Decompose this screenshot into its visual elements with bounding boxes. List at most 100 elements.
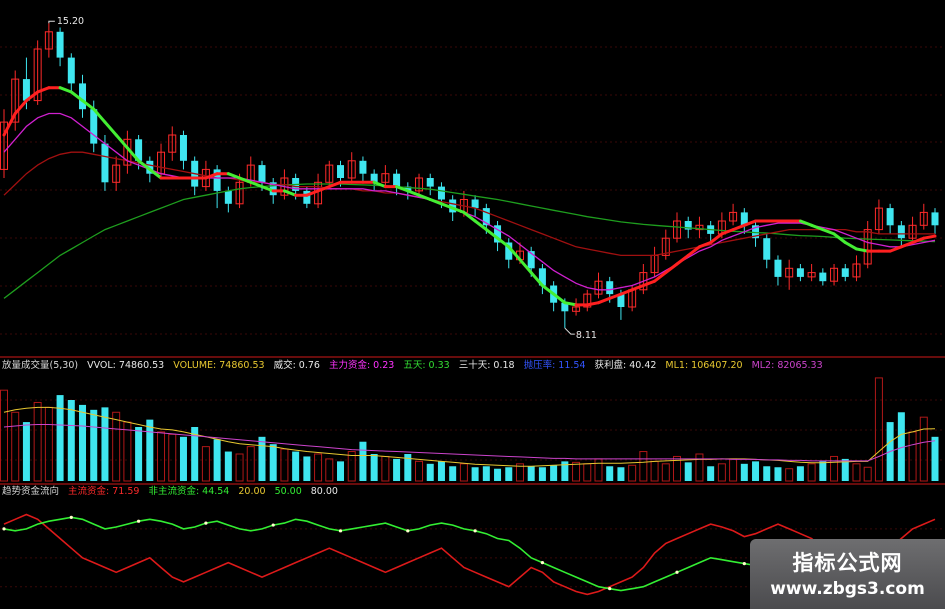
volume-bar (213, 439, 221, 481)
candle-body (897, 225, 905, 239)
candle-body (886, 208, 894, 226)
volume-bar (280, 448, 289, 482)
candle-body (179, 135, 187, 161)
ma5-segment (585, 301, 600, 307)
volume-bar (90, 409, 98, 481)
header-value: ML2: 82065.33 (752, 360, 823, 371)
ma5-segment (798, 219, 814, 227)
volume-bar (179, 436, 187, 481)
volume-bar (650, 460, 659, 482)
ma5-segment (282, 189, 298, 197)
volume-bar (325, 458, 334, 482)
volume-bar (393, 458, 401, 481)
watermark: 指标公式网 www.zbgs3.com (750, 539, 945, 609)
volume-bar (819, 461, 827, 481)
volume-bar (752, 461, 760, 481)
volume-bar (415, 460, 424, 482)
volume-bar (22, 422, 30, 481)
volume-bar (44, 406, 53, 482)
indicator-dot (608, 587, 612, 591)
header-value: 80.00 (311, 486, 338, 497)
low-label: 8.11 (576, 330, 597, 341)
candle-body (79, 83, 87, 110)
volume-bar (370, 454, 378, 481)
volume-bar (482, 466, 490, 481)
volume-bar (201, 446, 210, 482)
candle-body (258, 165, 266, 183)
candle-body (774, 259, 782, 277)
volume-bar (33, 401, 42, 482)
header-value: 放量成交量(5,30) (2, 359, 78, 371)
volume-bar (101, 407, 109, 481)
volume-bar (303, 456, 311, 481)
ma5-segment (114, 133, 129, 150)
volume-bar (919, 416, 928, 482)
ma5-segment (238, 176, 253, 184)
header-value: 50.00 (275, 486, 302, 497)
volume-bar (79, 404, 87, 481)
volume-bar (874, 377, 883, 482)
volume-bar (863, 466, 872, 482)
volume-header: 放量成交量(5,30) VVOL: 74860.53 VOLUME: 74860.5… (2, 359, 823, 371)
candle-body (56, 31, 64, 58)
volume-bar (763, 466, 771, 481)
ma5-segment (619, 288, 634, 296)
volume-bar (0, 389, 8, 482)
volume-bar (112, 411, 121, 482)
indicator-dot (2, 527, 6, 531)
ma5-segment (843, 241, 858, 251)
candle-body (393, 173, 401, 187)
volume-bar (661, 463, 670, 482)
ma5-segment (731, 223, 746, 232)
volume-bar (67, 400, 75, 481)
candle-body (471, 199, 479, 209)
ma5-segment (630, 284, 645, 292)
ma5-segment (854, 247, 870, 253)
ma5-segment (36, 86, 51, 94)
ma5-segment (2, 112, 17, 137)
price-panel: 15.20 8.11 (0, 16, 945, 341)
volume-bar (11, 411, 20, 482)
candle-body (224, 190, 232, 204)
volume-bar (538, 467, 546, 481)
ma5-segment (13, 99, 28, 115)
indicator-dot (406, 529, 410, 533)
indicator-dot (137, 519, 141, 523)
candle-body (931, 212, 939, 226)
low-marker (564, 327, 575, 335)
volume-bar (246, 446, 255, 482)
header-value: 非主流资金: 44.54 (148, 485, 229, 497)
volume-bar (359, 441, 367, 481)
indicator-dot (742, 562, 746, 566)
header-value: 主力资金: 0.23 (329, 359, 394, 371)
volume-bar (606, 466, 614, 481)
ma5-segment (697, 241, 713, 249)
volume-bar (337, 461, 345, 481)
candle-body (796, 268, 804, 277)
ma5-segment (406, 189, 421, 197)
ma5-segment (641, 279, 657, 287)
ma5-segment (428, 198, 443, 206)
volume-bar (459, 463, 468, 482)
volume-bar (292, 451, 300, 481)
ma5-segment (596, 296, 612, 305)
candle-body (337, 165, 345, 178)
ma5-segment (563, 301, 578, 307)
indicator-header: 趋势资金流向 主流资金: 71.59 非主流资金: 44.54 20.00 50.00 8… (2, 485, 338, 497)
candle-body (67, 57, 75, 84)
indicator-dot (675, 570, 679, 574)
volume-bar (505, 467, 513, 481)
candle-body (841, 268, 849, 277)
header-value: 威交: 0.76 (274, 359, 320, 371)
header-value: VVOL: 74860.53 (87, 360, 164, 371)
volume-bar (931, 436, 939, 481)
header-value: ML1: 106407.20 (665, 360, 742, 371)
volume-bar (527, 466, 535, 481)
volume-bar (437, 461, 445, 481)
volume-bar (684, 462, 692, 481)
volume-bar (594, 458, 603, 482)
header-value: 获利盘: 40.42 (595, 359, 657, 371)
candle-body (90, 109, 98, 144)
volume-bar (740, 463, 748, 481)
volume-bar (449, 466, 457, 481)
